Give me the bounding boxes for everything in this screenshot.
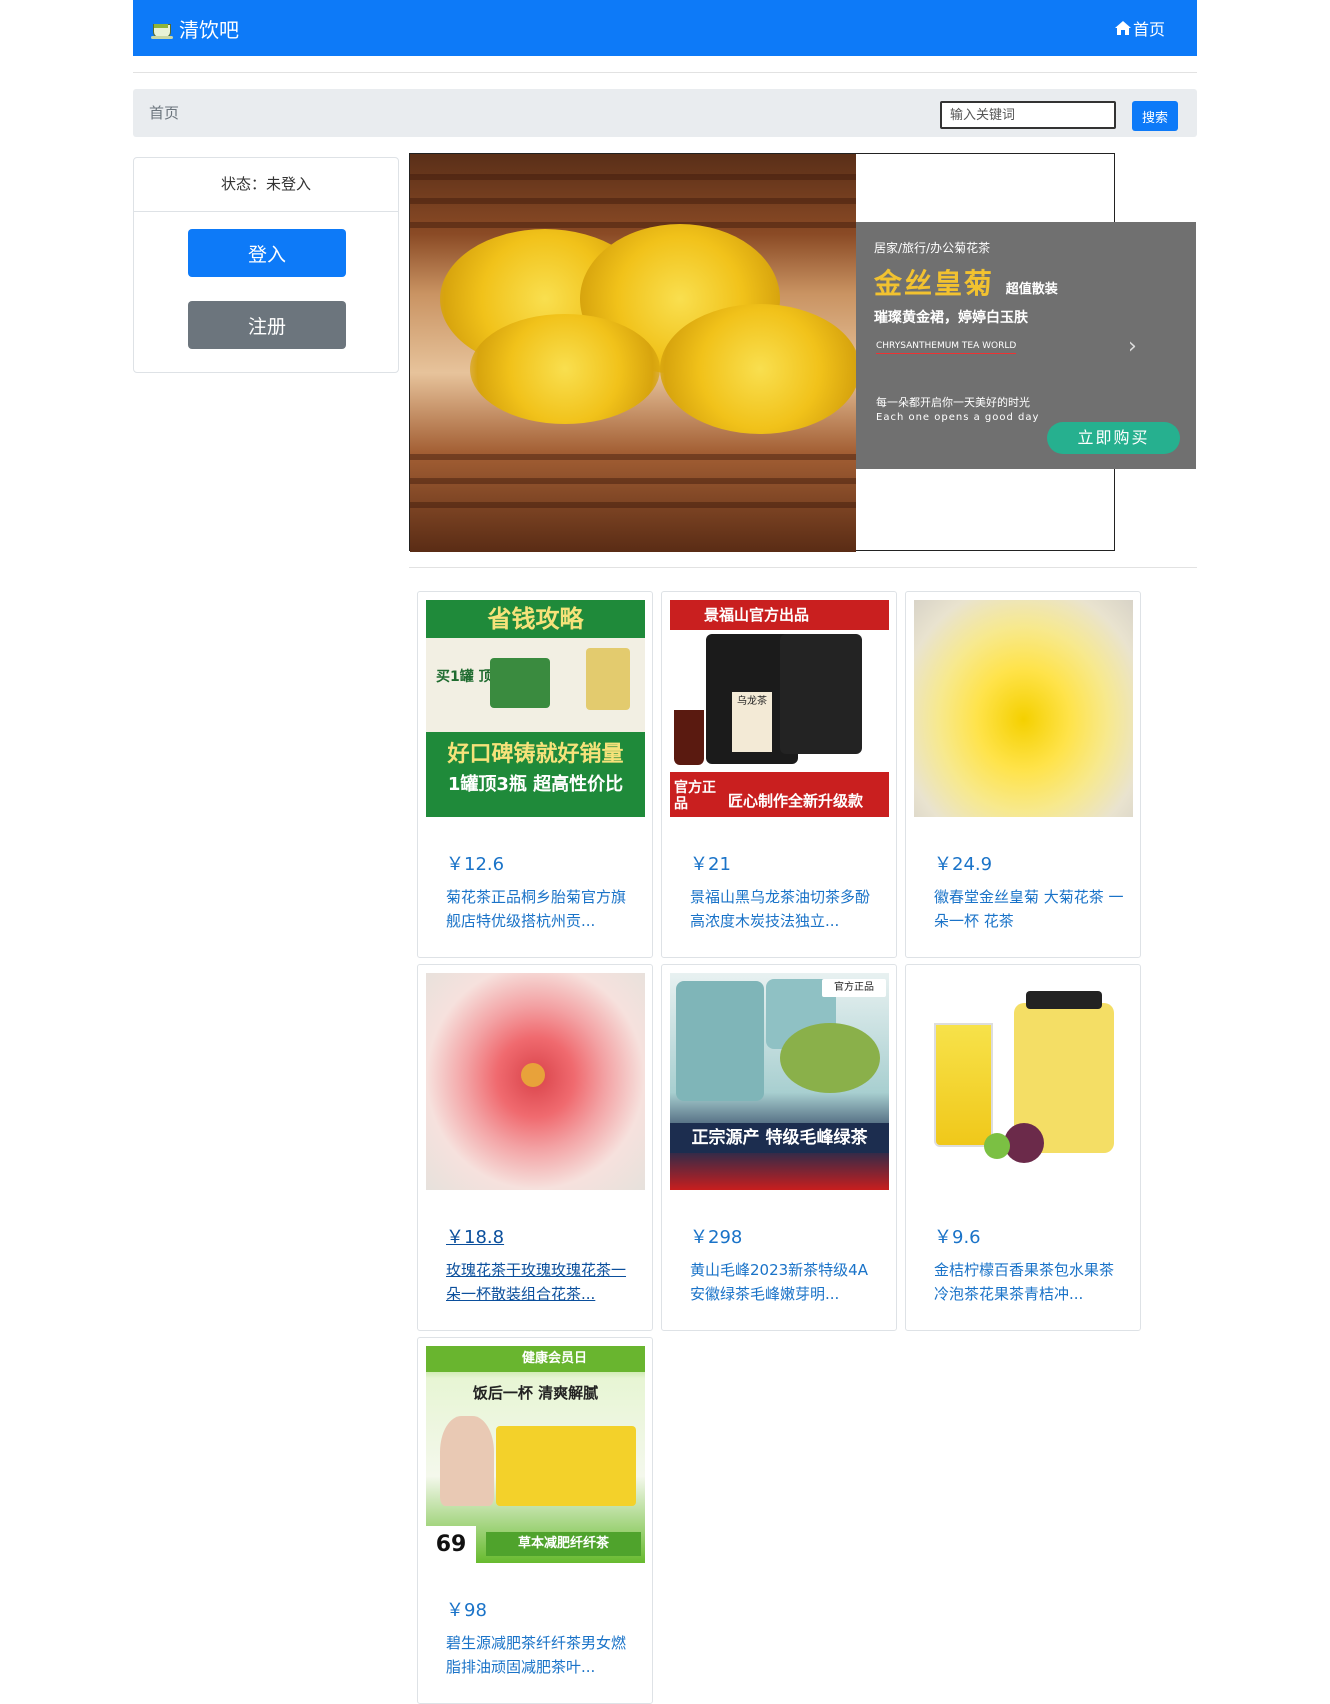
product-image[interactable]: 健康会员日 饭后一杯 清爽解腻 69 草本减肥纤纤茶 [426, 1346, 645, 1563]
product-card[interactable]: ￥9.6 金桔柠檬百香果茶包水果茶冷泡茶花果茶青桔冲... [905, 964, 1141, 1331]
brand-link[interactable]: 清饮吧 [151, 14, 239, 43]
nav-home-link[interactable]: 首页 [1114, 16, 1165, 40]
brand-name: 清饮吧 [179, 18, 239, 42]
login-status: 状态：未登入 [134, 158, 398, 212]
banner-slogan: 璀璨黄金裙，婷婷白玉肤 [874, 310, 1028, 326]
product-card[interactable]: ￥18.8 玫瑰花茶干玫瑰玫瑰花茶一朵一杯散装组合花茶... [417, 964, 653, 1331]
login-button[interactable]: 登入 [188, 229, 346, 277]
product-card[interactable]: 景福山官方出品 乌龙茶 官方正品 匠心制作全新升级款 ￥21 景福山黑乌龙茶油切… [661, 591, 897, 958]
top-navbar: 清饮吧 首页 [133, 0, 1197, 56]
divider [409, 567, 1197, 568]
product-image[interactable] [426, 973, 645, 1190]
product-price: ￥24.9 [934, 854, 993, 875]
product-title[interactable]: 碧生源减肥茶纤纤茶男女燃脂排油顽固减肥茶叶... [446, 1631, 636, 1679]
product-title[interactable]: 黄山毛峰2023新茶特级4A安徽绿茶毛峰嫩芽明... [690, 1258, 880, 1306]
search-button[interactable]: 搜索 [1132, 101, 1178, 131]
banner-title-tag: 超值散装 [1005, 282, 1058, 297]
product-title[interactable]: 景福山黑乌龙茶油切茶多酚高浓度木炭技法独立... [690, 885, 880, 933]
product-price: ￥9.6 [934, 1227, 981, 1248]
product-image[interactable] [914, 600, 1133, 817]
product-title[interactable]: 金桔柠檬百香果茶包水果茶冷泡茶花果茶青桔冲... [934, 1258, 1124, 1306]
banner-line5: 每一朵都开启你一天美好的时光 [876, 396, 1030, 409]
tea-cup-icon [151, 18, 175, 40]
divider [133, 72, 1197, 73]
nav-home-label: 首页 [1132, 20, 1165, 39]
product-title[interactable]: 徽春堂金丝皇菊 大菊花茶 一朵一杯 花茶 [934, 885, 1124, 933]
product-price: ￥21 [690, 854, 731, 875]
product-image[interactable] [914, 973, 1133, 1190]
buy-now-button[interactable]: 立即购买 [1047, 422, 1180, 454]
product-price: ￥298 [690, 1227, 743, 1248]
banner-line6: Each one opens a good day [876, 412, 1040, 423]
breadcrumb: 首页 搜索 [133, 89, 1197, 137]
banner-line1: 居家/旅行/办公菊花茶 [874, 241, 991, 255]
product-image[interactable]: 景福山官方出品 乌龙茶 官方正品 匠心制作全新升级款 [670, 600, 889, 817]
home-icon [1114, 21, 1131, 35]
product-price: ￥98 [446, 1600, 487, 1621]
product-card[interactable]: 官方正品 正宗源产 特级毛峰绿茶 ￥298 黄山毛峰2023新茶特级4A安徽绿茶… [661, 964, 897, 1331]
product-card[interactable]: 省钱攻略 买1罐 顶3瓶 VS 好口碑铸就好销量 1罐顶3瓶 超高性价比 ￥12… [417, 591, 653, 958]
product-price: ￥12.6 [446, 854, 505, 875]
banner-promo-panel: 居家/旅行/办公菊花茶 金丝皇菊 超值散装 璀璨黄金裙，婷婷白玉肤 CHRYSA… [856, 222, 1196, 469]
breadcrumb-item-home[interactable]: 首页 [149, 102, 179, 123]
chevron-right-icon[interactable]: › [1128, 334, 1148, 359]
register-button[interactable]: 注册 [188, 301, 346, 349]
product-title[interactable]: 玫瑰花茶干玫瑰玫瑰花茶一朵一杯散装组合花茶... [446, 1258, 636, 1306]
login-panel: 状态：未登入 登入 注册 [133, 157, 399, 373]
product-image[interactable]: 官方正品 正宗源产 特级毛峰绿茶 [670, 973, 889, 1190]
product-image[interactable]: 省钱攻略 买1罐 顶3瓶 VS 好口碑铸就好销量 1罐顶3瓶 超高性价比 [426, 600, 645, 817]
search-input[interactable] [940, 101, 1116, 129]
product-title[interactable]: 菊花茶正品桐乡胎菊官方旗舰店特优级搭杭州贡... [446, 885, 636, 933]
product-card[interactable]: ￥24.9 徽春堂金丝皇菊 大菊花茶 一朵一杯 花茶 [905, 591, 1141, 958]
product-price: ￥18.8 [446, 1227, 505, 1248]
banner-title: 金丝皇菊 超值散装 [874, 267, 1058, 300]
product-card[interactable]: 健康会员日 饭后一杯 清爽解腻 69 草本减肥纤纤茶 ￥98 碧生源减肥茶纤纤茶… [417, 1337, 653, 1704]
chrysanthemum-photo [410, 154, 856, 552]
banner-en: CHRYSANTHEMUM TEA WORLD [876, 341, 1017, 354]
